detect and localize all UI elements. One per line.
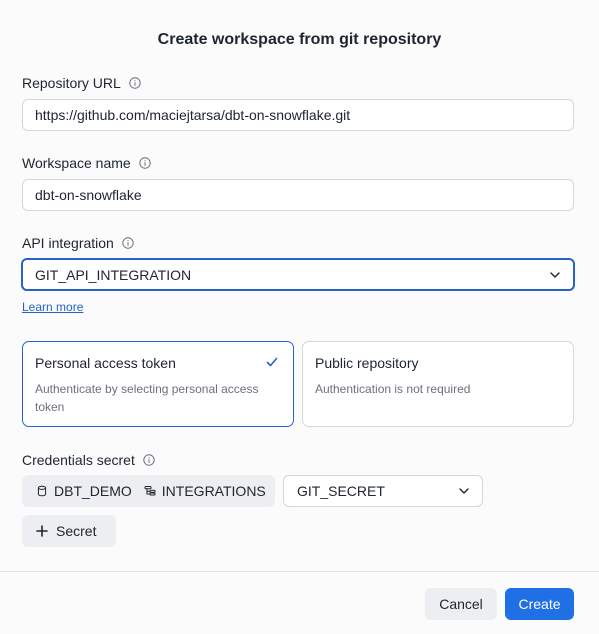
auth-option-personal-access-token[interactable]: Personal access token Authenticate by se…	[22, 341, 294, 427]
auth-option-public-repository[interactable]: Public repository Authentication is not …	[302, 341, 574, 427]
credentials-secret-label: Credentials secret	[22, 452, 155, 468]
add-secret-button[interactable]: Secret	[22, 515, 116, 547]
credentials-secret-label-text: Credentials secret	[22, 452, 135, 468]
cancel-button[interactable]: Cancel	[425, 588, 497, 620]
api-integration-label-text: API integration	[22, 235, 114, 251]
chevron-down-icon	[458, 485, 470, 497]
secret-value: GIT_SECRET	[297, 483, 385, 499]
create-button[interactable]: Create	[505, 588, 574, 620]
learn-more-link[interactable]: Learn more	[22, 300, 83, 314]
repository-url-input[interactable]	[22, 99, 574, 131]
info-icon[interactable]	[122, 237, 134, 249]
api-integration-select[interactable]: GIT_API_INTEGRATION	[21, 258, 575, 291]
info-icon[interactable]	[129, 77, 141, 89]
workspace-name-label: Workspace name	[22, 155, 151, 171]
dialog-title: Create workspace from git repository	[157, 31, 442, 48]
auth-option-description: Authenticate by selecting personal acces…	[35, 382, 259, 414]
schema-name: INTEGRATIONS	[161, 483, 266, 499]
dialog-footer: Cancel Create	[0, 572, 599, 634]
check-icon	[265, 355, 279, 369]
repository-url-label-text: Repository URL	[22, 75, 121, 91]
database-name: DBT_DEMO	[54, 483, 132, 499]
add-secret-label: Secret	[56, 523, 97, 539]
api-integration-label: API integration	[22, 235, 134, 251]
api-integration-value: GIT_API_INTEGRATION	[35, 266, 192, 283]
workspace-name-label-text: Workspace name	[22, 155, 131, 171]
info-icon[interactable]	[143, 454, 155, 466]
chevron-down-icon	[549, 269, 561, 281]
plus-icon	[36, 525, 48, 537]
schema-icon	[144, 485, 156, 497]
create-workspace-dialog: Create workspace from git repository Rep…	[0, 0, 599, 634]
secret-select[interactable]: GIT_SECRET	[283, 475, 483, 507]
database-icon	[36, 485, 48, 497]
info-icon[interactable]	[138, 157, 151, 169]
auth-option-title: Public repository	[315, 355, 419, 371]
workspace-name-input[interactable]	[22, 179, 574, 211]
auth-option-description: Authentication is not required	[315, 382, 471, 396]
database-schema-selector[interactable]: DBT_DEMO INTEGRATIONS	[22, 475, 275, 507]
auth-option-title: Personal access token	[35, 355, 176, 371]
repository-url-label: Repository URL	[22, 75, 141, 91]
